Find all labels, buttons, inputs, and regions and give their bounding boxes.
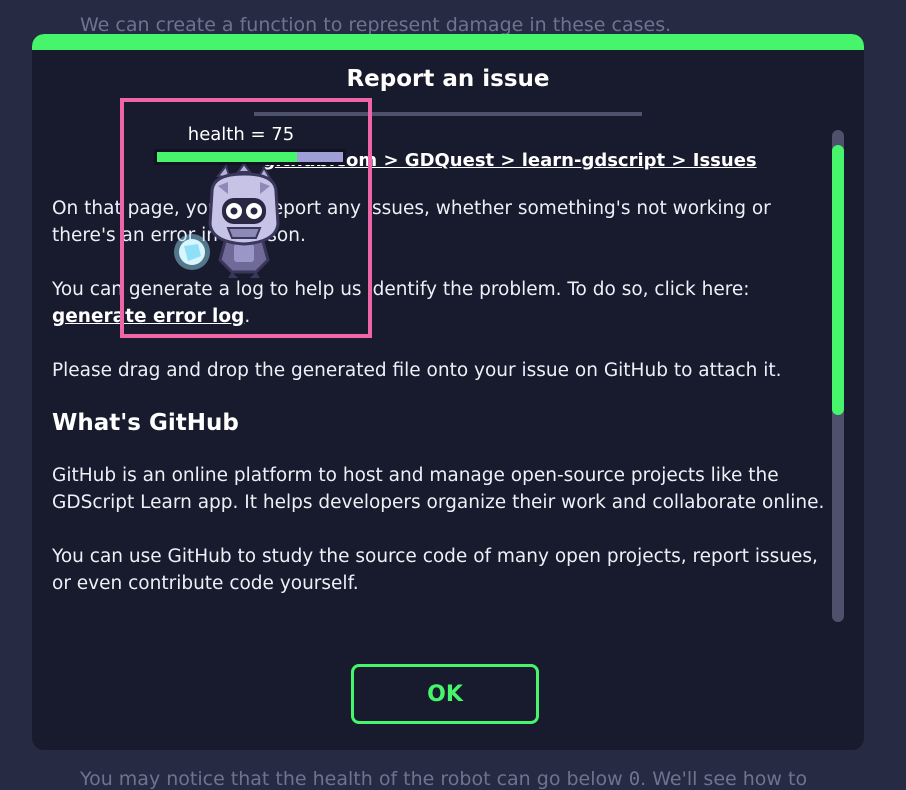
health-label: health = 75 xyxy=(187,124,295,145)
background-bottom-text-after: . We'll see how to xyxy=(640,768,808,790)
robot-preview-panel: health = 75 xyxy=(120,98,372,338)
scrollbar-thumb[interactable] xyxy=(832,145,844,415)
dialog-title: Report an issue xyxy=(346,66,550,92)
health-bar-fill xyxy=(157,152,297,162)
ok-button[interactable]: OK xyxy=(351,664,539,724)
health-bar xyxy=(154,149,346,165)
paragraph-github-intro: GitHub is an online platform to host and… xyxy=(52,465,825,513)
section-heading-github: What's GitHub xyxy=(52,410,239,436)
background-bottom-code: 0 xyxy=(628,768,641,790)
background-lesson-text-top: We can create a function to represent da… xyxy=(80,14,672,36)
background-lesson-text-bottom: You may notice that the health of the ro… xyxy=(80,768,807,790)
paragraph-github-uses: You can use GitHub to study the source c… xyxy=(52,546,818,594)
robot-icon xyxy=(174,164,280,278)
content-scrollbar[interactable] xyxy=(832,130,844,622)
paragraph-drag-drop: Please drag and drop the generated file … xyxy=(52,360,782,381)
dialog-accent-bar xyxy=(32,34,864,50)
background-bottom-text-before: You may notice that the health of the ro… xyxy=(80,768,629,790)
robot-fist-glow xyxy=(174,234,210,270)
